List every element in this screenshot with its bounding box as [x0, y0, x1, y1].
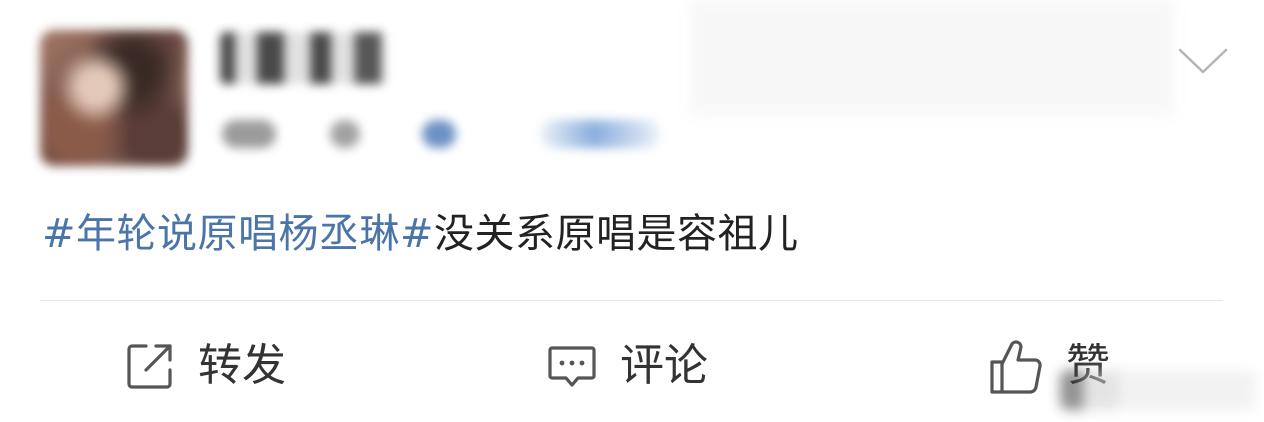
share-out-icon	[124, 340, 176, 392]
username-redacted[interactable]	[220, 32, 388, 84]
thumbs-up-icon	[988, 336, 1044, 396]
comment-label: 评论	[620, 340, 708, 391]
like-count-redacted	[1060, 370, 1256, 410]
comment-button[interactable]: 评论	[546, 336, 708, 396]
post-meta-redacted	[330, 120, 360, 148]
post-body-text: 没关系原唱是容祖儿	[434, 211, 799, 257]
divider	[40, 300, 1223, 301]
post-meta-redacted	[222, 120, 276, 148]
chevron-down-icon[interactable]	[1176, 44, 1230, 80]
post-text: #年轮说原唱杨丞琳#没关系原唱是容祖儿	[42, 204, 799, 264]
header-blur-region	[690, 0, 1174, 116]
repost-button[interactable]: 转发	[124, 336, 286, 396]
hashtag-link[interactable]: #年轮说原唱杨丞琳#	[42, 211, 434, 257]
repost-label: 转发	[198, 340, 286, 391]
post-meta-redacted	[540, 120, 660, 148]
post-meta-redacted	[422, 120, 456, 148]
comment-bubble-icon	[546, 340, 598, 392]
avatar[interactable]	[40, 30, 188, 166]
